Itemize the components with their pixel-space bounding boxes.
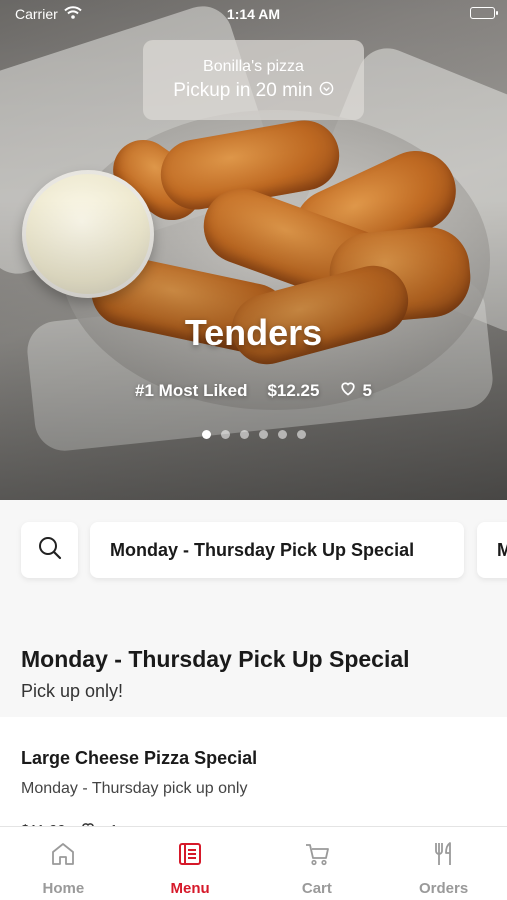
menu-item-name: Large Cheese Pizza Special: [21, 748, 258, 768]
featured-item-title: Tenders: [184, 312, 323, 353]
cart-icon: [303, 840, 331, 872]
section-title: Monday - Thursday Pick Up Special: [21, 646, 410, 672]
carousel-dot[interactable]: [258, 430, 268, 439]
battery-icon: [470, 7, 498, 19]
home-icon: [49, 840, 77, 872]
tab-orders-label: Orders: [419, 880, 469, 897]
carousel-dot[interactable]: [277, 430, 287, 439]
menu-item[interactable]: Large Cheese Pizza Special Monday - Thur…: [0, 717, 507, 839]
search-icon: [37, 535, 63, 566]
featured-item-price: $12.25: [267, 380, 320, 400]
carousel-dot[interactable]: [296, 430, 306, 439]
app-screen: Tenders #1 Most Liked $12.25 5 Carrier 1…: [0, 0, 507, 900]
carousel-dot[interactable]: [239, 430, 249, 439]
category-bar: Monday - Thursday Pick Up Special M: [0, 500, 507, 610]
chevron-down-circle-icon: [319, 80, 334, 102]
menu-icon: [176, 840, 204, 872]
menu-section-header: Monday - Thursday Pick Up Special Pick u…: [0, 610, 507, 717]
featured-likes-count: 5: [362, 380, 372, 400]
section-subtitle: Pick up only!: [21, 681, 124, 701]
orders-icon: [430, 840, 458, 872]
tab-bar: Home Menu Cart Orders: [0, 826, 507, 900]
tab-home-label: Home: [42, 880, 85, 897]
status-time: 1:14 AM: [226, 6, 281, 22]
menu-item-description: Monday - Thursday pick up only: [21, 780, 248, 797]
search-button[interactable]: [21, 522, 78, 578]
category-chip[interactable]: M: [477, 522, 507, 578]
pickup-selector[interactable]: Bonilla's pizza Pickup in 20 min: [143, 40, 364, 120]
carousel-dot[interactable]: [201, 430, 211, 439]
heart-icon: [339, 380, 357, 401]
store-name: Bonilla's pizza: [203, 58, 304, 75]
tab-cart[interactable]: Cart: [254, 827, 381, 900]
category-chip[interactable]: Monday - Thursday Pick Up Special: [90, 522, 464, 578]
featured-item-meta: #1 Most Liked $12.25 5: [0, 380, 507, 401]
pickup-eta: Pickup in 20 min: [143, 80, 364, 102]
featured-item-likes: 5: [339, 380, 372, 401]
status-bar: Carrier 1:14 AM: [0, 0, 507, 28]
tab-menu-label: Menu: [170, 880, 210, 897]
tab-orders[interactable]: Orders: [380, 827, 507, 900]
pickup-eta-label: Pickup in 20 min: [173, 80, 313, 101]
tab-home[interactable]: Home: [0, 827, 127, 900]
carousel-indicator[interactable]: [0, 430, 507, 439]
most-liked-badge: #1 Most Liked: [135, 380, 248, 400]
carousel-dot[interactable]: [220, 430, 230, 439]
tab-cart-label: Cart: [301, 880, 332, 897]
tab-menu[interactable]: Menu: [127, 827, 254, 900]
